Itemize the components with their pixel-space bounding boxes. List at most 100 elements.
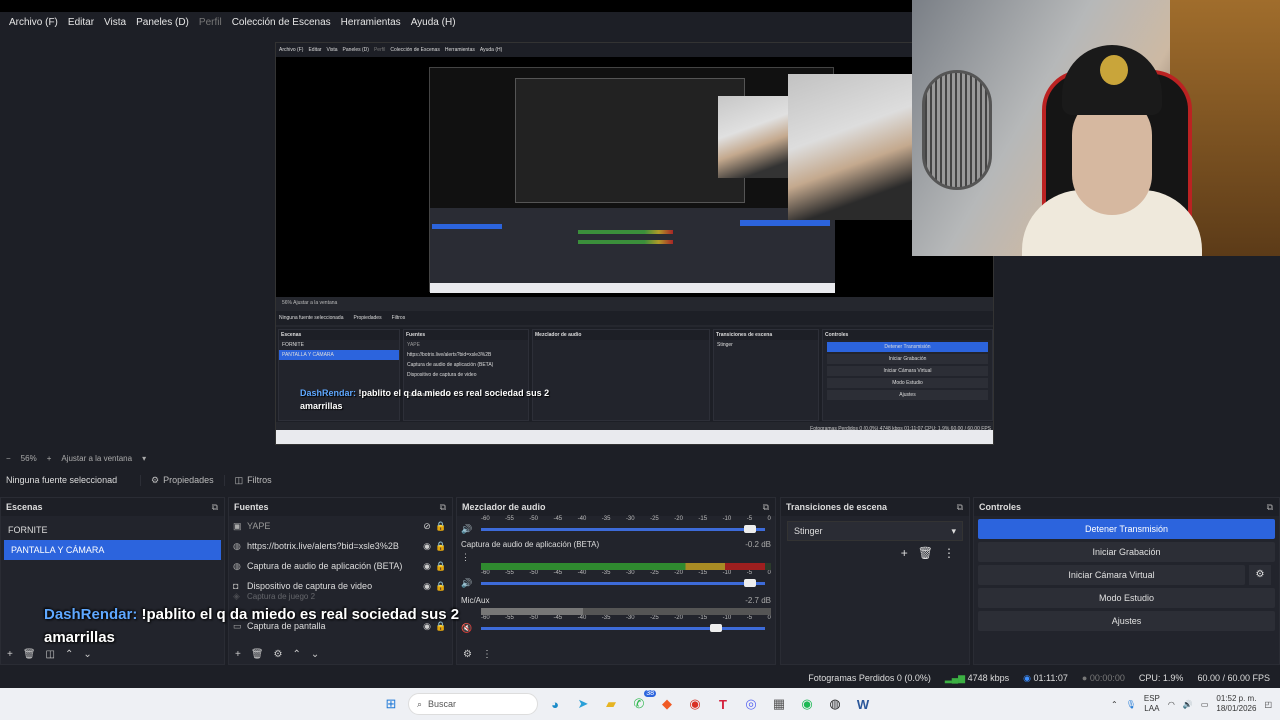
gear-icon[interactable]: ⚙ [1249, 565, 1271, 585]
db-tick: -50 [529, 615, 538, 621]
menu-ayuda[interactable]: Ayuda (H) [406, 12, 461, 34]
undock-icon[interactable]: ⧉ [763, 498, 769, 516]
undock-icon[interactable]: ⧉ [440, 498, 446, 516]
discord-icon[interactable]: ◎ [740, 693, 762, 715]
chevron-down-icon[interactable]: ▾ [142, 454, 146, 463]
move-up-icon[interactable]: ⌃ [65, 649, 73, 660]
filter-icon[interactable]: ◫ [46, 649, 55, 660]
battery-icon[interactable]: ▭ [1201, 700, 1209, 709]
eye-icon[interactable]: ◉ [420, 561, 434, 572]
microphone-icon[interactable]: 🎙 [1126, 700, 1136, 709]
menu-archivo[interactable]: Archivo (F) [4, 12, 63, 34]
add-icon[interactable]: + [901, 546, 908, 560]
menu-paneles[interactable]: Paneles (D) [131, 12, 194, 34]
menu-coleccion-escenas[interactable]: Colección de Escenas [227, 12, 336, 34]
source-row[interactable]: ◍ Captura de audio de aplicación (BETA) ◉ 🔒 [229, 556, 452, 576]
start-virtual-camera-button[interactable]: Iniciar Cámara Virtual ⚙ [978, 565, 1271, 585]
level-meter-fill [481, 608, 583, 615]
eye-icon[interactable]: ◉ [420, 581, 434, 592]
image-icon: ▣ [233, 520, 242, 531]
eye-hidden-icon[interactable]: ⊘ [420, 521, 434, 532]
taskbar-search[interactable]: ⌕ Buscar [408, 693, 538, 715]
volume-knob[interactable] [744, 524, 757, 533]
studio-mode-button[interactable]: Modo Estudio [978, 588, 1275, 608]
channel-db: -2.7 dB [745, 596, 771, 605]
kebab-menu-icon[interactable]: ⋮ [943, 546, 955, 560]
trash-icon[interactable]: 🗑 [23, 649, 36, 660]
speaker-icon[interactable]: 🔊 [461, 578, 481, 589]
spotify-icon[interactable]: ◉ [796, 693, 818, 715]
undock-icon[interactable]: ⧉ [957, 498, 963, 516]
source-label: Dispositivo de captura de video [247, 581, 373, 591]
db-tick: -30 [625, 516, 635, 522]
windows-start-icon[interactable]: ⊞ [380, 693, 402, 715]
lock-icon[interactable]: 🔒 [434, 541, 448, 552]
stop-stream-button[interactable]: Detener Transmisión [978, 519, 1275, 539]
calculator-icon[interactable]: ▦ [768, 693, 790, 715]
source-row[interactable]: ◍ https://botrix.live/alerts?bid=xsle3%2B… [229, 536, 452, 556]
chrome-icon[interactable]: ◉ [684, 693, 706, 715]
word-icon[interactable]: W [852, 693, 874, 715]
filters-label: Filtros [247, 475, 272, 485]
start-record-button[interactable]: Iniciar Grabación [978, 542, 1275, 562]
telegram-icon[interactable]: ➤ [572, 693, 594, 715]
move-down-icon[interactable]: ⌄ [311, 649, 319, 660]
properties-button[interactable]: ⚙ Propiedades [140, 474, 224, 486]
obs-icon[interactable]: ◍ [824, 693, 846, 715]
menu-herramientas[interactable]: Herramientas [336, 12, 406, 34]
file-explorer-icon[interactable]: ▰ [600, 693, 622, 715]
notifications-icon[interactable]: ◰ [1264, 700, 1272, 709]
add-icon[interactable]: + [235, 649, 241, 660]
level-meter-fill [481, 563, 766, 570]
kebab-menu-icon[interactable]: ⋮ [482, 649, 492, 660]
speaker-muted-icon[interactable]: 🔇 [461, 623, 481, 634]
trash-icon[interactable]: 🗑 [918, 546, 933, 560]
lock-icon[interactable]: 🔒 [434, 561, 448, 572]
source-label: Captura de juego 2 [247, 591, 316, 601]
db-tick: -15 [698, 516, 708, 522]
volume-slider[interactable] [481, 623, 765, 632]
brave-icon[interactable]: ◆ [656, 693, 678, 715]
trash-icon[interactable]: 🗑 [251, 649, 264, 660]
globe-icon: ◍ [233, 540, 241, 551]
text-app-icon[interactable]: T [712, 693, 734, 715]
menu-perfil[interactable]: Perfil [194, 12, 227, 34]
volume-icon[interactable]: 🔊 [1183, 700, 1193, 709]
filters-button[interactable]: ◫ Filtros [223, 474, 282, 486]
move-down-icon[interactable]: ⌄ [83, 649, 91, 660]
menu-vista[interactable]: Vista [99, 12, 131, 34]
lock-icon[interactable]: 🔒 [434, 521, 448, 532]
chevron-up-icon[interactable]: ⌃ [1111, 700, 1118, 709]
volume-slider[interactable] [481, 524, 765, 533]
menu-editar[interactable]: Editar [63, 12, 99, 34]
scene-item-fornite[interactable]: FORNITE [1, 520, 224, 540]
edge-icon[interactable]: ◕ [544, 693, 566, 715]
zoom-out-icon[interactable]: − [6, 454, 11, 463]
scene-item-pantalla-camara[interactable]: PANTALLA Y CÁMARA [4, 540, 221, 560]
gear-icon[interactable]: ⚙ [463, 649, 472, 660]
source-row[interactable]: ▣ YAPE ⊘ 🔒 [229, 516, 452, 536]
eye-icon[interactable]: ◉ [420, 541, 434, 552]
nested-trans-value: Stinger [717, 342, 733, 348]
recursive-taskbar [430, 283, 835, 293]
transition-select[interactable]: Stinger ▾ [787, 521, 963, 541]
clock[interactable]: 01:52 p. m. 18/01/2026 [1216, 694, 1256, 714]
volume-knob[interactable] [710, 623, 723, 632]
language-indicator[interactable]: ESP LAA [1144, 694, 1160, 714]
zoom-in-icon[interactable]: + [47, 454, 52, 463]
wifi-icon[interactable]: ◠ [1168, 700, 1175, 709]
undock-icon[interactable]: ⧉ [1267, 498, 1273, 516]
whatsapp-icon[interactable]: ✆ 38 [628, 690, 656, 715]
volume-knob[interactable] [744, 578, 757, 587]
fit-window-button[interactable]: Ajustar a la ventana [61, 454, 132, 463]
db-tick: -45 [553, 516, 563, 522]
undock-icon[interactable]: ⧉ [212, 498, 218, 516]
volume-slider[interactable] [481, 578, 765, 587]
settings-button[interactable]: Ajustes [978, 611, 1275, 631]
recursive-meter [578, 240, 673, 244]
lock-icon[interactable]: 🔒 [434, 581, 448, 592]
speaker-icon[interactable]: 🔊 [461, 524, 481, 535]
gear-icon[interactable]: ⚙ [274, 649, 283, 660]
move-up-icon[interactable]: ⌃ [293, 649, 301, 660]
add-icon[interactable]: + [7, 649, 13, 660]
